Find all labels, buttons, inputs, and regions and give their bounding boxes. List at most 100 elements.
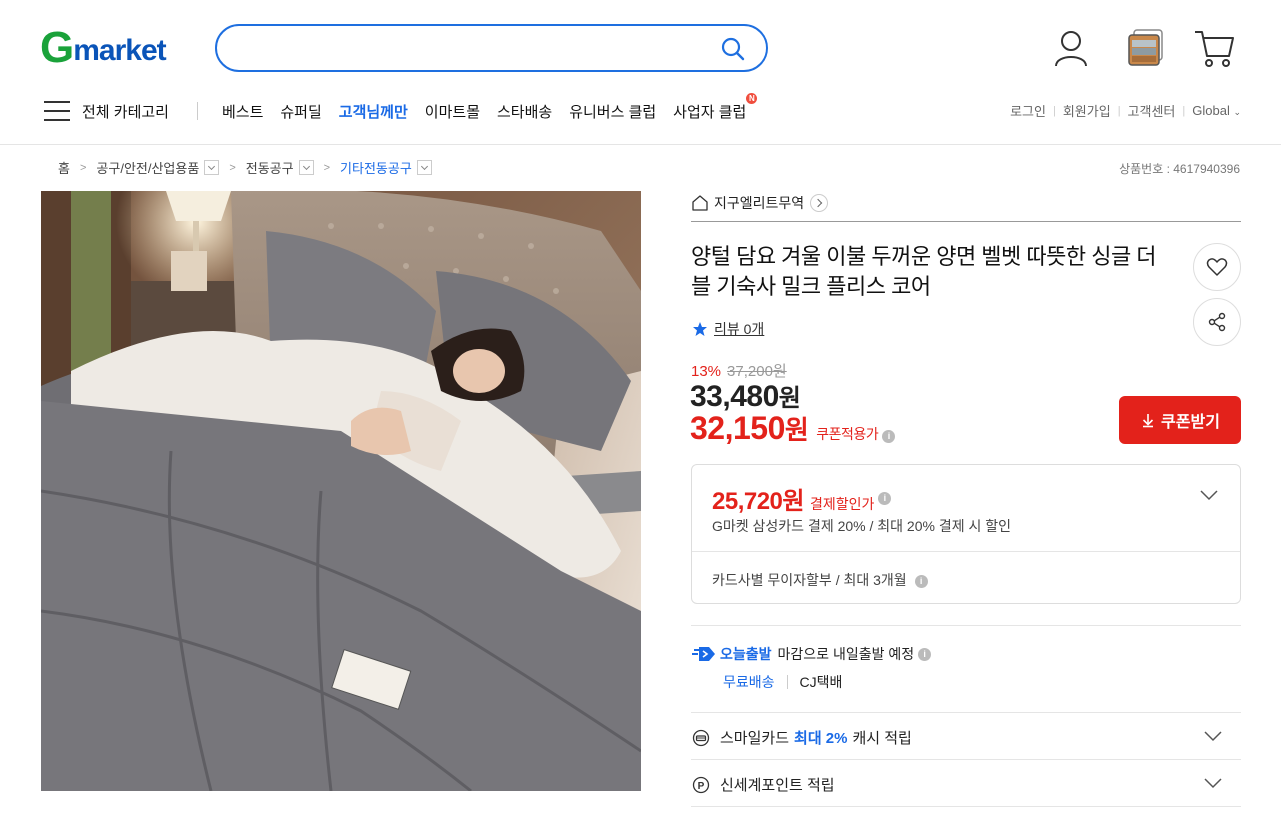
point-icon: P: [692, 776, 710, 793]
payment-price-label: 결제할인가: [810, 496, 875, 512]
nav-universe-club[interactable]: 유니버스 클럽: [569, 101, 656, 122]
info-icon[interactable]: i: [878, 492, 892, 505]
sale-price: 33,480원: [690, 378, 801, 414]
breadcrumb-cat3[interactable]: 기타전동공구: [340, 158, 412, 177]
chevron-right-icon: >: [79, 161, 87, 174]
nav-business-club-label: 사업자 클럽: [673, 103, 747, 121]
product-title: 양털 담요 겨울 이불 두꺼운 양면 벨벳 따뜻한 싱글 더블 기숙사 밀크 플…: [691, 244, 1157, 299]
breadcrumb-cat2[interactable]: 전동공구: [246, 158, 294, 177]
payment-price-row: 25,720원 결제할인가 i: [712, 481, 892, 516]
section-divider: [691, 806, 1241, 807]
payment-discount-box: 25,720원 결제할인가 i G마켓 삼성카드 결제 20% / 최대 20%…: [691, 464, 1241, 604]
today-shipping-row: 오늘출발 마감으로 내일출발 예정 i: [692, 644, 932, 664]
info-icon[interactable]: i: [882, 430, 896, 443]
search-icon[interactable]: [720, 36, 746, 62]
global-label: Global: [1192, 103, 1230, 118]
new-badge: N: [746, 92, 758, 104]
ssg-point-row[interactable]: P 신세계포인트 적립: [692, 774, 835, 795]
today-shipping-label: 오늘출발: [720, 646, 772, 662]
recent-item-icon[interactable]: [1126, 26, 1168, 70]
review-link[interactable]: 리뷰 0개: [692, 319, 764, 339]
get-coupon-label: 쿠폰받기: [1161, 414, 1220, 431]
breadcrumb-cat2-dropdown[interactable]: [298, 160, 314, 175]
payment-desc: G마켓 삼성카드 결제 20% / 최대 20% 결제 시 할인: [712, 518, 1012, 534]
logo-text: market: [73, 34, 166, 67]
chevron-down-icon[interactable]: [1200, 489, 1218, 501]
smilecard-benefit-row[interactable]: 스마일카드 최대 2% 캐시 적립: [692, 727, 912, 748]
product-image[interactable]: [41, 191, 641, 791]
svg-text:P: P: [698, 781, 705, 792]
download-icon: [1142, 414, 1154, 428]
fast-delivery-icon: [692, 647, 715, 661]
logo-g: G: [40, 23, 74, 72]
breadcrumb-cat1[interactable]: 공구/안전/산업용품: [96, 158, 199, 177]
util-links: 로그인 | 회원가입 | 고객센터 | Global ⌄: [1010, 101, 1241, 120]
chevron-down-icon[interactable]: [1204, 777, 1222, 789]
heart-icon: [1206, 258, 1228, 276]
share-icon: [1208, 312, 1226, 332]
search-input[interactable]: [237, 26, 717, 70]
info-icon[interactable]: i: [918, 647, 932, 661]
star-icon: [693, 322, 707, 336]
coupon-price-label: 쿠폰적용가: [816, 426, 879, 442]
seller-link[interactable]: 지구엘리트무역: [691, 193, 829, 213]
ssg-point-label: 신세계포인트 적립: [720, 777, 835, 794]
info-icon[interactable]: i: [914, 574, 928, 588]
sale-price-won: 원: [778, 385, 801, 412]
header-divider: [0, 144, 1281, 145]
breadcrumb: 홈 > 공구/안전/산업용품 > 전동공구 > 기타전동공구: [58, 158, 432, 177]
smilecard-highlight: 최대 2%: [794, 730, 848, 747]
nav-emart-mall[interactable]: 이마트몰: [425, 101, 480, 122]
gmarket-logo[interactable]: G market: [40, 23, 167, 72]
coupon-price-value: 32,150: [690, 410, 785, 446]
breadcrumb-home[interactable]: 홈: [58, 158, 70, 177]
payment-price: 25,720원: [712, 488, 805, 515]
signup-link[interactable]: 회원가입: [1063, 101, 1111, 120]
chevron-right-icon: >: [323, 161, 331, 174]
courier-name: CJ택배: [799, 674, 843, 690]
smilecard-icon: [692, 729, 710, 746]
payment-divider: [692, 551, 1240, 552]
breadcrumb-cat1-dropdown[interactable]: [204, 160, 220, 175]
nav-star-delivery[interactable]: 스타배송: [497, 101, 552, 122]
share-button[interactable]: [1193, 298, 1241, 346]
nav-for-customer[interactable]: 고객님께만: [339, 101, 408, 122]
smilecard-suffix: 캐시 적립: [852, 730, 912, 747]
all-category-label: 전체 카테고리: [82, 103, 169, 121]
delivery-info-row: 무료배송 CJ택배: [723, 672, 842, 692]
global-nav: 전체 카테고리 베스트 슈퍼딜 고객님께만 이마트몰 스타배송 유니버스 클럽 …: [40, 92, 763, 124]
coupon-price-won: 원: [784, 415, 809, 445]
nav-divider: [196, 102, 198, 120]
user-icon[interactable]: [1050, 26, 1092, 70]
section-divider: [691, 625, 1241, 626]
get-coupon-button[interactable]: 쿠폰받기: [1119, 396, 1241, 444]
chevron-down-icon[interactable]: [1204, 730, 1222, 742]
global-link[interactable]: Global ⌄: [1192, 103, 1241, 118]
search-box: [215, 24, 768, 72]
login-link[interactable]: 로그인: [1010, 101, 1046, 120]
review-count: 리뷰 0개: [714, 321, 765, 337]
section-divider: [691, 712, 1241, 713]
coupon-price: 32,150 원 쿠폰적용가 i: [690, 410, 896, 447]
chevron-right-icon: >: [229, 161, 236, 174]
nav-business-club[interactable]: 사업자 클럽 N: [673, 92, 758, 122]
section-divider: [691, 759, 1241, 760]
cart-icon[interactable]: [1193, 26, 1235, 70]
sale-price-value: 33,480: [690, 380, 779, 413]
nav-superdeal[interactable]: 슈퍼딜: [280, 101, 321, 122]
installment-row: 카드사별 무이자할부 / 최대 3개월 i: [712, 570, 928, 590]
seller-divider: [691, 221, 1241, 222]
nav-best[interactable]: 베스트: [222, 101, 263, 122]
smilecard-prefix: 스마일카드: [720, 730, 790, 747]
today-shipping-desc: 마감으로 내일출발 예정: [777, 646, 915, 662]
store-icon: [692, 195, 708, 211]
chevron-right-icon: [810, 194, 829, 212]
wishlist-button[interactable]: [1193, 243, 1241, 291]
installment-text: 카드사별 무이자할부 / 최대 3개월: [712, 572, 907, 588]
chevron-down-icon: ⌄: [1233, 107, 1241, 117]
breadcrumb-cat3-dropdown[interactable]: [416, 160, 432, 175]
all-category-button[interactable]: 전체 카테고리: [40, 101, 169, 122]
seller-name: 지구엘리트무역: [714, 195, 805, 211]
hamburger-icon: [44, 101, 70, 121]
customer-center-link[interactable]: 고객센터: [1128, 101, 1176, 120]
